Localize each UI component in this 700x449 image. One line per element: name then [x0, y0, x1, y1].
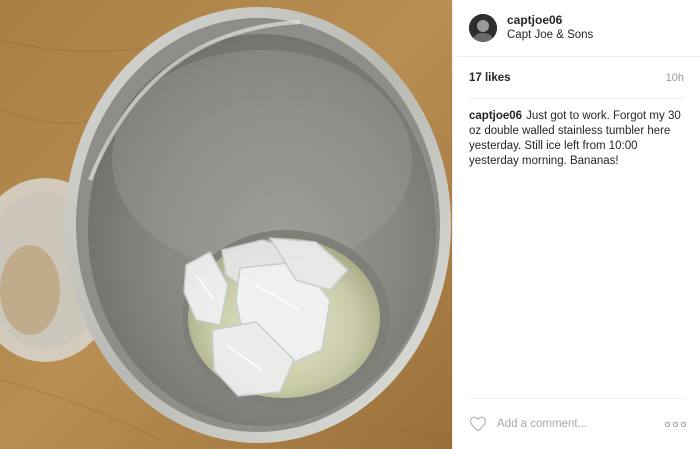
comment-input[interactable]: [497, 418, 659, 430]
post-photo[interactable]: [0, 0, 452, 449]
profile-avatar[interactable]: [469, 14, 497, 42]
more-dot: [681, 421, 686, 427]
heart-icon[interactable]: [469, 415, 487, 433]
avatar-icon: [469, 14, 497, 42]
post-meta: 17 likes 10h: [469, 57, 684, 99]
post-container: captjoe06 Capt Joe & Sons 17 likes 10h c…: [0, 0, 700, 449]
caption-username[interactable]: captjoe06: [469, 110, 522, 122]
post-sidebar: captjoe06 Capt Joe & Sons 17 likes 10h c…: [452, 0, 700, 449]
tumbler-photo: [0, 0, 452, 449]
comment-bar: [469, 398, 686, 449]
post-time[interactable]: 10h: [666, 72, 684, 84]
user-block: captjoe06 Capt Joe & Sons: [507, 13, 593, 43]
author-location[interactable]: Capt Joe & Sons: [507, 28, 593, 43]
author-username[interactable]: captjoe06: [507, 13, 593, 28]
likes-count[interactable]: 17 likes: [469, 72, 511, 84]
post-caption: captjoe06 Just got to work. Forgot my 30 …: [453, 99, 700, 169]
more-dot: [673, 421, 678, 427]
more-options-icon[interactable]: [659, 418, 686, 431]
more-dot: [665, 421, 670, 427]
post-header: captjoe06 Capt Joe & Sons: [453, 0, 700, 57]
